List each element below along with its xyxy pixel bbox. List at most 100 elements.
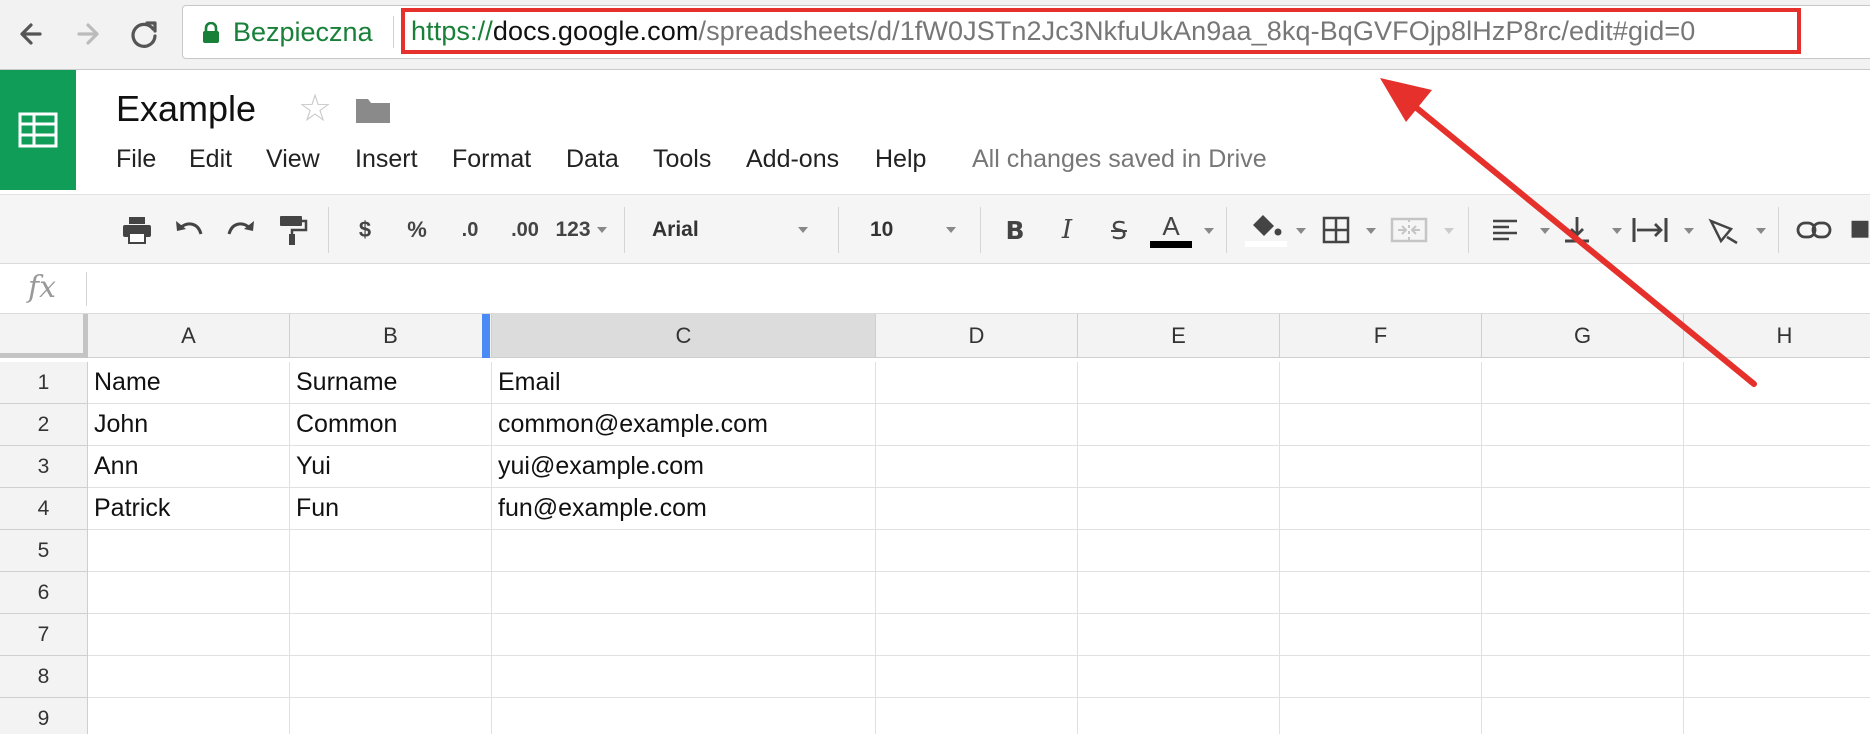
chevron-down-icon[interactable] (1366, 228, 1376, 234)
cell-c1[interactable]: Email (492, 362, 876, 404)
cell-f9[interactable] (1280, 698, 1482, 734)
menu-insert[interactable]: Insert (355, 145, 418, 174)
cell-d6[interactable] (876, 572, 1078, 614)
url-text[interactable]: https://docs.google.com/spreadsheets/d/1… (411, 16, 1695, 47)
cell-a2[interactable]: John (88, 404, 290, 446)
column-resize-handle[interactable] (482, 314, 490, 358)
cell-g5[interactable] (1482, 530, 1684, 572)
menu-format[interactable]: Format (452, 145, 531, 174)
strikethrough-button[interactable]: S (1102, 211, 1136, 249)
cell-g7[interactable] (1482, 614, 1684, 656)
cell-b8[interactable] (290, 656, 492, 698)
menu-addons[interactable]: Add-ons (746, 145, 839, 174)
cell-d9[interactable] (876, 698, 1078, 734)
redo-button[interactable] (220, 211, 262, 249)
cell-f6[interactable] (1280, 572, 1482, 614)
merge-cells-button[interactable] (1384, 211, 1434, 249)
cell-f4[interactable] (1280, 488, 1482, 530)
cell-a1[interactable]: Name (88, 362, 290, 404)
chevron-down-icon[interactable] (1684, 228, 1694, 234)
folder-icon[interactable] (355, 96, 391, 124)
paint-format-button[interactable] (272, 211, 314, 249)
insert-comment-button[interactable] (1850, 211, 1870, 249)
more-formats-dropdown[interactable]: 123 (552, 211, 610, 249)
row-header-1[interactable]: 1 (0, 362, 88, 404)
cell-e9[interactable] (1078, 698, 1280, 734)
cell-d5[interactable] (876, 530, 1078, 572)
currency-format-button[interactable]: $ (348, 211, 382, 249)
column-header-a[interactable]: A (88, 314, 290, 358)
chevron-down-icon[interactable] (1612, 228, 1622, 234)
row-header-5[interactable]: 5 (0, 530, 88, 572)
sheets-home-button[interactable] (0, 70, 76, 190)
row-header-6[interactable]: 6 (0, 572, 88, 614)
text-wrapping-button[interactable] (1630, 211, 1670, 249)
menu-file[interactable]: File (116, 145, 156, 174)
cell-d7[interactable] (876, 614, 1078, 656)
cell-f3[interactable] (1280, 446, 1482, 488)
cell-a9[interactable] (88, 698, 290, 734)
horizontal-align-button[interactable] (1488, 211, 1522, 249)
reload-button[interactable] (122, 12, 166, 56)
cell-c8[interactable] (492, 656, 876, 698)
cell-e7[interactable] (1078, 614, 1280, 656)
text-rotation-button[interactable] (1704, 211, 1744, 249)
cell-d4[interactable] (876, 488, 1078, 530)
cell-a7[interactable] (88, 614, 290, 656)
cell-b4[interactable]: Fun (290, 488, 492, 530)
cell-b7[interactable] (290, 614, 492, 656)
increase-decimals-button[interactable]: .00 (500, 211, 550, 249)
cell-e5[interactable] (1078, 530, 1280, 572)
menu-view[interactable]: View (266, 145, 320, 174)
cell-f7[interactable] (1280, 614, 1482, 656)
row-header-9[interactable]: 9 (0, 698, 88, 734)
star-icon[interactable]: ☆ (298, 90, 332, 128)
cell-b6[interactable] (290, 572, 492, 614)
cell-c5[interactable] (492, 530, 876, 572)
cell-e2[interactable] (1078, 404, 1280, 446)
column-header-b[interactable]: B (290, 314, 492, 358)
cell-h1[interactable] (1684, 362, 1870, 404)
cell-f5[interactable] (1280, 530, 1482, 572)
row-header-4[interactable]: 4 (0, 488, 88, 530)
row-header-2[interactable]: 2 (0, 404, 88, 446)
column-header-e[interactable]: E (1078, 314, 1280, 358)
cell-g6[interactable] (1482, 572, 1684, 614)
column-header-h[interactable]: H (1684, 314, 1870, 358)
cell-h4[interactable] (1684, 488, 1870, 530)
menu-edit[interactable]: Edit (189, 145, 232, 174)
insert-link-button[interactable] (1794, 211, 1834, 249)
vertical-align-button[interactable] (1560, 211, 1594, 249)
cell-e1[interactable] (1078, 362, 1280, 404)
column-header-d[interactable]: D (876, 314, 1078, 358)
font-family-dropdown[interactable]: Arial (640, 211, 820, 249)
cell-h8[interactable] (1684, 656, 1870, 698)
cell-a4[interactable]: Patrick (88, 488, 290, 530)
cell-c9[interactable] (492, 698, 876, 734)
row-header-7[interactable]: 7 (0, 614, 88, 656)
chevron-down-icon[interactable] (1756, 228, 1766, 234)
cell-e6[interactable] (1078, 572, 1280, 614)
borders-button[interactable] (1316, 211, 1356, 249)
select-all-corner[interactable] (0, 314, 88, 358)
cell-f8[interactable] (1280, 656, 1482, 698)
cell-a8[interactable] (88, 656, 290, 698)
percent-format-button[interactable]: % (398, 211, 436, 249)
cell-d1[interactable] (876, 362, 1078, 404)
font-size-dropdown[interactable]: 10 (858, 211, 966, 249)
bold-button[interactable]: B (998, 211, 1032, 249)
cell-h7[interactable] (1684, 614, 1870, 656)
cell-b9[interactable] (290, 698, 492, 734)
cell-g2[interactable] (1482, 404, 1684, 446)
forward-button[interactable] (66, 12, 110, 56)
column-header-f[interactable]: F (1280, 314, 1482, 358)
cell-c2[interactable]: common@example.com (492, 404, 876, 446)
menu-tools[interactable]: Tools (653, 145, 711, 174)
cell-d2[interactable] (876, 404, 1078, 446)
cell-c3[interactable]: yui@example.com (492, 446, 876, 488)
cell-h9[interactable] (1684, 698, 1870, 734)
chevron-down-icon[interactable] (1444, 228, 1454, 234)
cell-a3[interactable]: Ann (88, 446, 290, 488)
cell-d8[interactable] (876, 656, 1078, 698)
cell-f1[interactable] (1280, 362, 1482, 404)
